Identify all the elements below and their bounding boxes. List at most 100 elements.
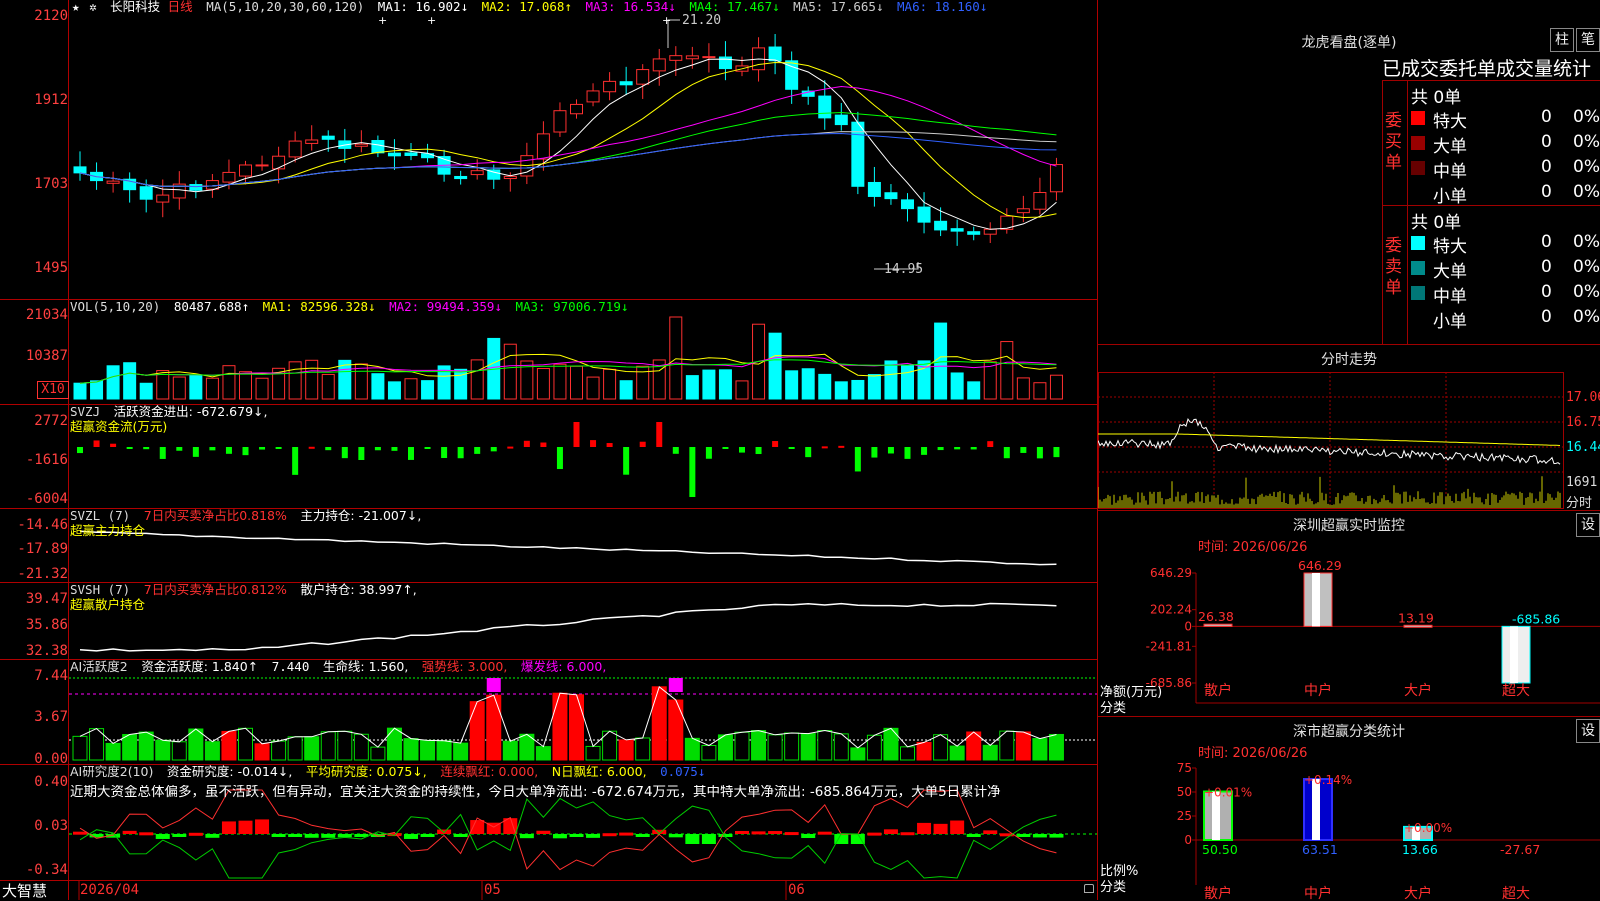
svg-text:+: + [662,14,671,27]
intraday-chart[interactable] [1098,372,1600,510]
order-row-count: 0 [1541,307,1552,327]
app-logo[interactable]: 大智慧 [2,880,47,901]
period-label[interactable]: 日线 [168,0,193,14]
volume-bar [901,364,914,400]
gear-icon[interactable]: ✲ [89,0,97,14]
order-row-count: 0 [1541,107,1552,127]
candle-body [503,175,517,180]
capital-flow-bar [192,447,199,457]
research-bar [917,822,932,834]
star-icon[interactable]: ★ [72,0,80,14]
intraday-footer: 分时 [1566,496,1593,511]
research-line-green [79,797,1057,879]
price-high-label: 21.20 [682,13,722,28]
volume-bar [106,365,120,400]
activity-bar [386,727,402,761]
research-bar [122,830,137,834]
research-bar [602,833,617,837]
candle-body [73,166,87,174]
dragon-tiger-title: 龙虎看盘(逐单) [1301,35,1397,51]
candle-body [106,180,120,184]
research-bar [817,831,832,835]
order-row-label: 大单 [1433,137,1467,157]
stock-name[interactable]: 长阳科技 [110,0,160,14]
capital-flow-bar [540,442,547,447]
column-view-button[interactable]: 柱 [1550,28,1574,52]
research-bar [1032,834,1047,838]
intraday-title: 分时走势 [1321,352,1377,368]
class-change-label: +0.14% [1304,773,1352,787]
sz-monitor-settings-button[interactable]: 设 [1576,513,1600,537]
capital-flow-bar [937,447,944,451]
ma-line [79,61,1057,219]
ai-active-axis-2: 3.67 [34,709,68,725]
color-swatch [1411,161,1425,175]
class-change-label: +0.01% [1204,786,1252,800]
candle-body [768,46,782,62]
candle-body [934,220,948,231]
sz-class-settings-button[interactable]: 设 [1576,719,1600,743]
date-start-label: 2026/04 [80,882,140,898]
ai-research-desc: 近期大资金总体偏多，虽不活跃，但有异动，宜关注大资金的持续性，今日大单净流出: … [70,785,1001,799]
vol-unit-badge[interactable]: X10 [37,381,69,399]
candle-body [867,181,881,197]
candle-body [983,228,997,235]
class-value-label: 63.51 [1302,842,1338,857]
capital-flow-bar [176,447,183,451]
svsh-axis-1: 39.47 [25,591,68,607]
svzl-axis-3: -21.32 [17,566,68,582]
price-low-label: 14.95 [884,262,924,277]
candle-body [156,194,170,203]
volume-bar [1016,377,1030,400]
color-swatch [1411,286,1425,300]
volume-bar [834,381,848,400]
activity-bar [1032,738,1048,761]
monitor-bar-highlight [1312,573,1320,627]
capital-flow-bar [126,447,133,449]
svzj-legend: SVZJ 活跃资金进出: -672.679↓, [70,405,273,419]
category-label: 散户 [1204,682,1232,699]
activity-bar [403,738,419,761]
volume-bar [884,360,898,400]
candle-body [636,69,650,85]
ma2-value: MA2: 17.068↑ [481,0,572,14]
class-value-label: 13.66 [1402,842,1438,857]
price-axis-3: 1703 [34,176,68,192]
activity-bar [72,735,88,761]
candle-body [834,114,848,126]
activity-bar [850,747,866,761]
candle-body [354,143,368,147]
activity-bar [635,737,651,761]
capital-flow-bar [441,447,448,459]
capital-flow-bar [1053,447,1060,458]
ai-research-axis-1: 0.40 [34,774,68,790]
research-bar [288,834,303,837]
research-bar [1016,834,1031,837]
volume-bar [669,316,683,400]
candle-body [222,171,236,183]
candle-body [470,170,484,176]
lock-icon[interactable] [1084,884,1094,893]
activity-bar [320,731,336,761]
activity-bar [304,736,320,761]
category-label: 散户 [1204,885,1232,900]
tick-view-button[interactable]: 笔 [1576,28,1600,52]
order-row-percent: 0% [1573,307,1600,327]
capital-flow-bar [573,422,580,447]
capital-flow-bar [408,447,414,460]
svsh-ratio: 7日内买卖净占比0.812% [143,582,287,597]
candle-body [603,80,617,93]
order-row-percent: 0% [1573,107,1600,127]
sz-monitor-time: 时间: 2026/06/26 [1198,540,1308,555]
volume-bar [1000,341,1014,400]
svzl-legend: SVZL (7) 7日内买卖净占比0.818% 主力持仓: -21.007↓, [70,509,427,523]
volume-bar [387,381,401,400]
research-bar [536,830,551,834]
svzl-ratio: 7日内买卖净占比0.818% [143,508,287,523]
activity-bar [254,743,270,761]
ai-active-t5: 爆发线: 6.000, [520,659,607,674]
capital-flow-bar [358,447,365,460]
candle-body [387,152,401,157]
sz-class-time: 时间: 2026/06/26 [1198,746,1308,761]
capital-flow-bar [772,441,779,447]
